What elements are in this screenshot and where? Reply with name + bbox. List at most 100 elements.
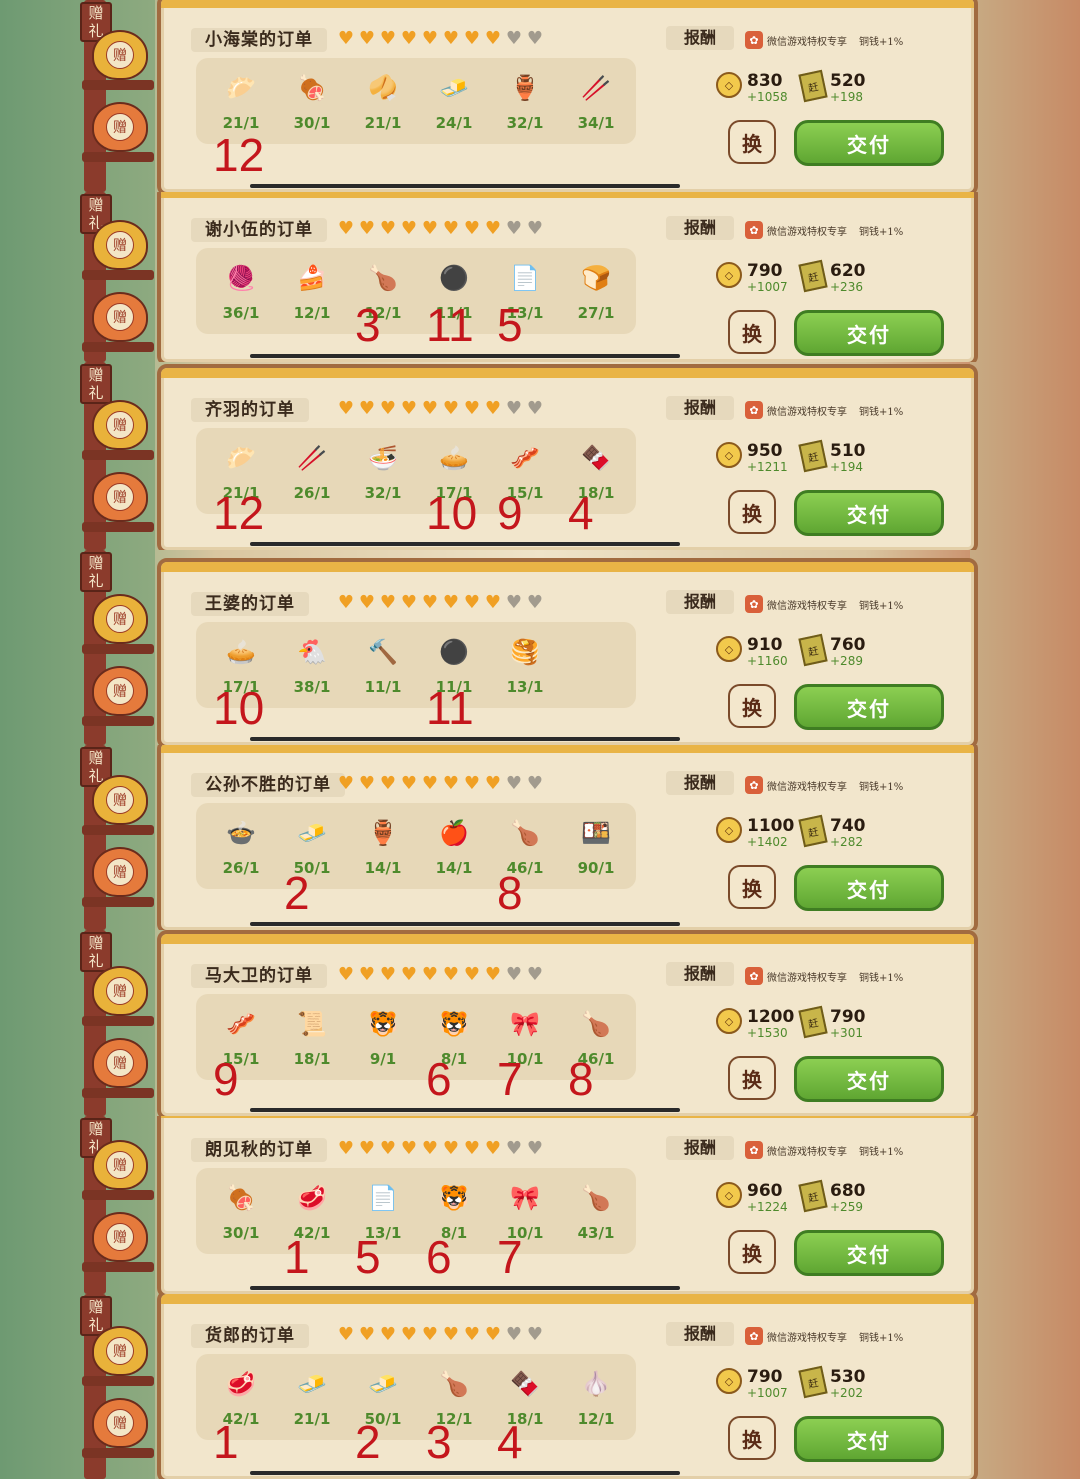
deliver-button[interactable]: 交付 [794,120,944,166]
annotation-number: 4 [497,1416,523,1468]
item-icon: 📜 [297,1010,327,1038]
item-icon: 📄 [368,1184,398,1212]
order-item[interactable]: 🍞 27/1 [566,260,626,322]
gift-bag-icon[interactable]: 赠 [92,1398,148,1448]
swap-button[interactable]: 换 [728,865,776,909]
heart-icon: ♥ [505,398,523,419]
deliver-button[interactable]: 交付 [794,1056,944,1102]
order-item[interactable]: 🐔 38/1 [282,634,342,696]
coin-reward: ◇ 790 +1007 [716,262,788,294]
gift-bag-icon[interactable]: 赠 [92,1140,148,1190]
order-item[interactable]: 🧄 12/1 [566,1366,626,1428]
annotation-number: 6 [426,1231,452,1283]
order-item[interactable]: 🧶 36/1 [211,260,271,322]
ticket-icon: 赶 [798,633,828,667]
ticket-icon: 赶 [798,1365,828,1399]
vip-icon: ✿ [745,776,763,794]
item-icon: 🔨 [368,638,398,666]
gift-bag-icon[interactable]: 赠 [92,292,148,342]
ticket-bonus: +289 [830,654,863,668]
swap-button[interactable]: 换 [728,1416,776,1460]
swap-button[interactable]: 换 [728,1056,776,1100]
order-item[interactable]: 🥟 21/1 [211,70,271,132]
heart-icon: ♥ [400,218,418,239]
gift-label[interactable]: 赠礼 [80,364,112,404]
order-item[interactable]: 🍜 32/1 [353,440,413,502]
gift-bag-icon[interactable]: 赠 [92,1212,148,1262]
order-item[interactable]: 🏺 32/1 [495,70,555,132]
item-count: 21/1 [293,1410,331,1428]
gift-bag-icon[interactable]: 赠 [92,1038,148,1088]
annotation-number: 5 [497,299,523,351]
heart-icon: ♥ [379,398,397,419]
gift-bag-icon[interactable]: 赠 [92,666,148,716]
background-right [970,1116,1080,1294]
gift-bag-icon[interactable]: 赠 [92,775,148,825]
order-item[interactable]: 🔨 11/1 [353,634,413,696]
swap-button[interactable]: 换 [728,684,776,728]
coin-icon: ◇ [716,442,742,468]
gift-bag-icon[interactable]: 赠 [92,847,148,897]
gift-bag-icon[interactable]: 赠 [92,594,148,644]
order-item[interactable]: 🐯 9/1 [353,1006,413,1068]
heart-icon: ♥ [337,592,355,613]
order-item[interactable]: 🧈 24/1 [424,70,484,132]
deliver-button[interactable]: 交付 [794,865,944,911]
order-item[interactable]: 🍰 12/1 [282,260,342,322]
order-item[interactable]: 🍖 30/1 [282,70,342,132]
gift-bag-icon[interactable]: 赠 [92,400,148,450]
order-item[interactable]: 🥢 26/1 [282,440,342,502]
order-item[interactable]: 📜 18/1 [282,1006,342,1068]
order-item[interactable]: 🥠 21/1 [353,70,413,132]
gift-bag-icon[interactable]: 赠 [92,472,148,522]
heart-icon: ♥ [358,1138,376,1159]
order-item[interactable]: 🍎 14/1 [424,815,484,877]
heart-icon: ♥ [337,218,355,239]
annotation-number: 9 [497,487,523,539]
item-count: 34/1 [577,114,615,132]
vip-text: 微信游戏特权专享 [767,1146,847,1158]
item-count: 14/1 [364,859,402,877]
order-title: 齐羽的订单 [191,398,309,422]
gift-bag-icon[interactable]: 赠 [92,30,148,80]
order-item[interactable]: 🧈 21/1 [282,1366,342,1428]
heart-icon: ♥ [442,1138,460,1159]
order-item[interactable]: 🍱 90/1 [566,815,626,877]
affection-hearts: ♥ ♥ ♥ ♥ ♥ ♥ ♥ ♥ ♥ ♥ [336,30,545,50]
heart-icon: ♥ [505,964,523,985]
order-item[interactable]: 🍖 30/1 [211,1180,271,1242]
ticket-value: 790 [830,1007,866,1027]
order-item[interactable]: 🏺 14/1 [353,815,413,877]
order-item[interactable]: 🥢 34/1 [566,70,626,132]
gift-bag-icon[interactable]: 赠 [92,1326,148,1376]
vip-bonus: ✿ 微信游戏特权专享 铜钱+1% [745,218,903,242]
gift-label[interactable]: 赠礼 [80,932,112,972]
deliver-button[interactable]: 交付 [794,684,944,730]
order-item[interactable]: 🍗 43/1 [566,1180,626,1242]
deliver-button[interactable]: 交付 [794,490,944,536]
gift-label[interactable]: 赠礼 [80,552,112,592]
deliver-button[interactable]: 交付 [794,310,944,356]
ticket-bonus: +259 [830,1200,863,1214]
gift-bag-icon[interactable]: 赠 [92,102,148,152]
item-icon: 🥩 [297,1184,327,1212]
gift-stand [82,342,154,352]
order-item[interactable]: 🥞 13/1 [495,634,555,696]
heart-icon: ♥ [442,964,460,985]
vip-text: 微信游戏特权专享 [767,781,847,793]
order-item[interactable]: 🍲 26/1 [211,815,271,877]
deliver-button[interactable]: 交付 [794,1230,944,1276]
gift-bag-icon[interactable]: 赠 [92,966,148,1016]
card-top-trim [161,368,974,378]
gift-bag-text: 赠 [106,113,134,141]
card-top-trim [161,192,974,198]
swap-button[interactable]: 换 [728,310,776,354]
swap-button[interactable]: 换 [728,490,776,534]
swap-button[interactable]: 换 [728,1230,776,1274]
deliver-button[interactable]: 交付 [794,1416,944,1462]
affection-hearts: ♥ ♥ ♥ ♥ ♥ ♥ ♥ ♥ ♥ ♥ [336,966,545,986]
heart-icon: ♥ [400,964,418,985]
coin-reward: ◇ 790 +1007 [716,1368,788,1400]
swap-button[interactable]: 换 [728,120,776,164]
gift-bag-icon[interactable]: 赠 [92,220,148,270]
